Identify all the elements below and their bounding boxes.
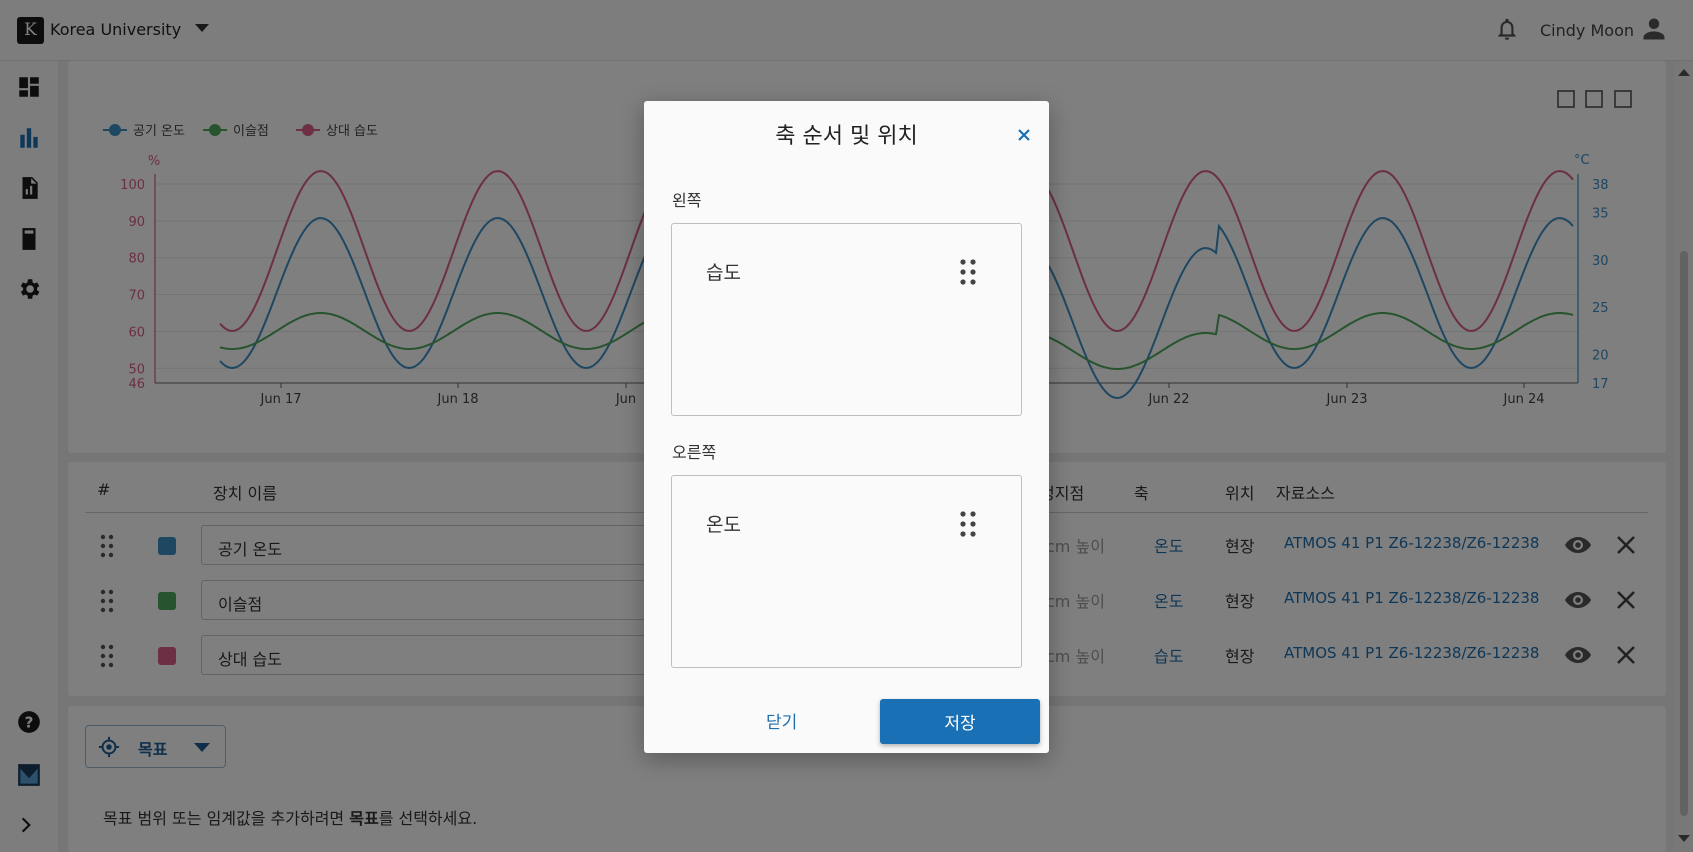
dialog-close-button[interactable]: 닫기: [766, 708, 797, 733]
right-axis-label: 오른쪽: [672, 443, 717, 462]
dialog-save-button[interactable]: 저장: [880, 699, 1040, 744]
axis-order-dialog: 축 순서 및 위치 왼쪽 습도 오른쪽 온도 닫기 저장: [644, 101, 1049, 753]
drag-handle-icon[interactable]: [959, 510, 977, 538]
close-icon[interactable]: [1013, 124, 1035, 146]
axis-item-humidity[interactable]: 습도: [706, 258, 741, 285]
axis-item-temperature[interactable]: 온도: [706, 510, 741, 537]
left-axis-dropzone[interactable]: 습도: [671, 223, 1022, 416]
dialog-title: 축 순서 및 위치: [775, 124, 918, 149]
left-axis-label: 왼쪽: [672, 191, 702, 210]
right-axis-dropzone[interactable]: 온도: [671, 475, 1022, 668]
drag-handle-icon[interactable]: [959, 258, 977, 286]
